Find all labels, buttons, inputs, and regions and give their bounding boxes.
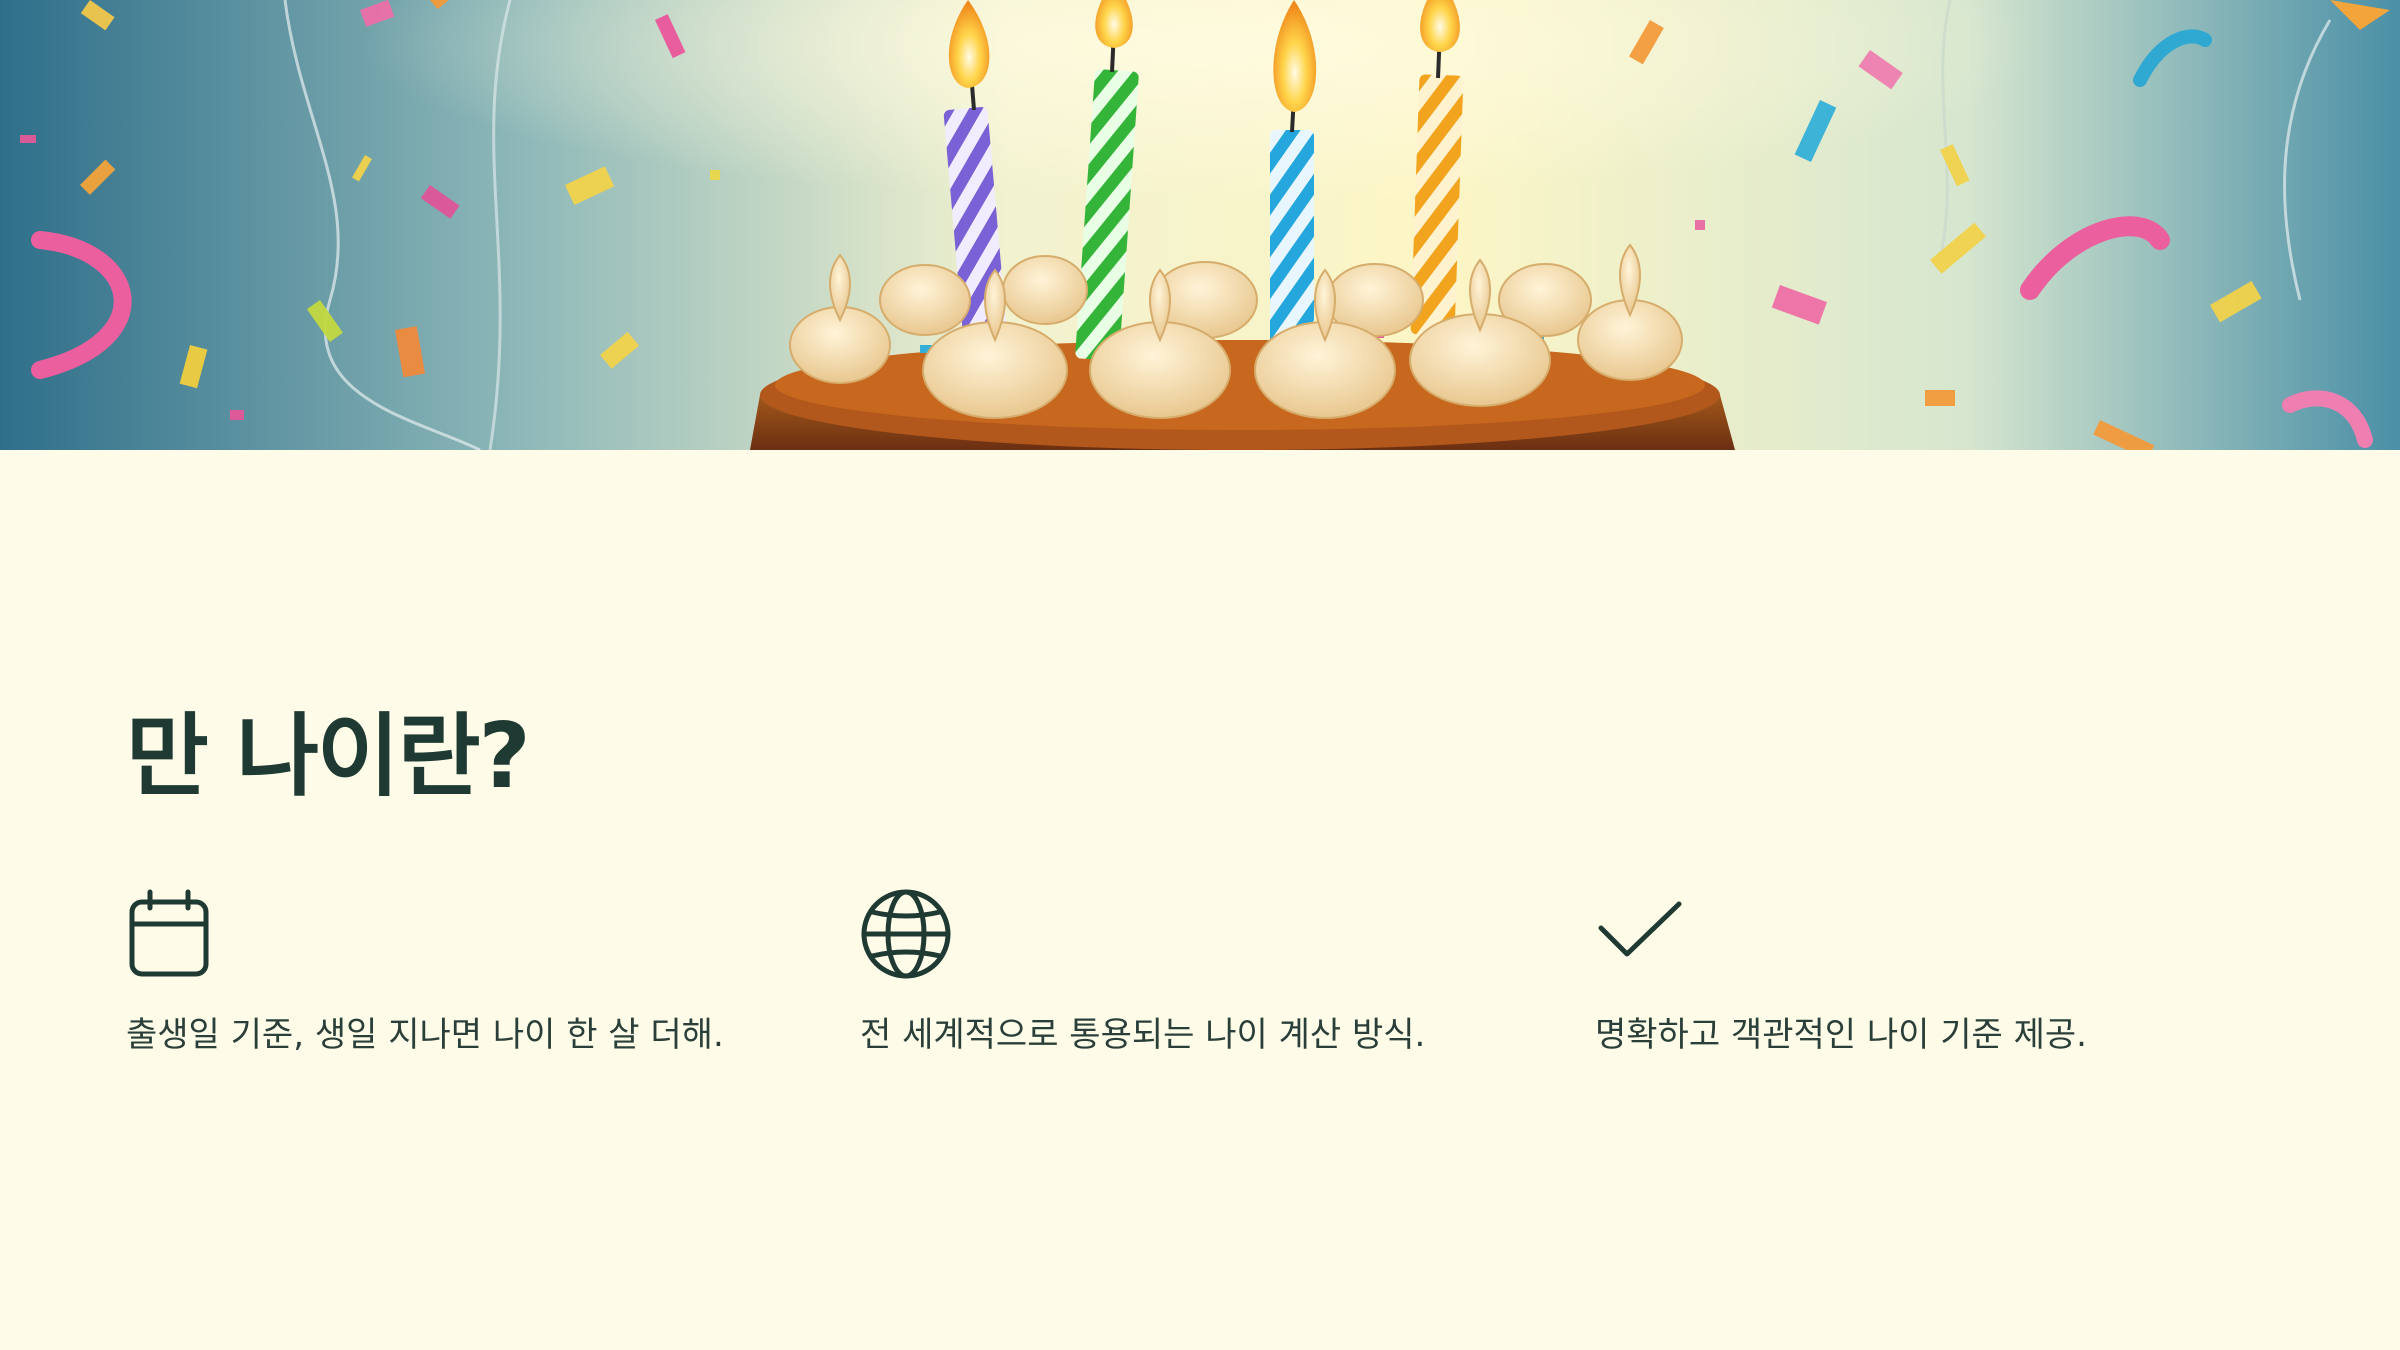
feature-text: 출생일 기준, 생일 지나면 나이 한 살 더해. [126, 1015, 724, 1055]
birthday-cake-banner [0, 0, 2400, 450]
page-title: 만 나이란? [126, 704, 531, 809]
calendar-icon [129, 889, 209, 977]
checkmark-icon [1598, 901, 1682, 957]
feature-text: 전 세계적으로 통용되는 나이 계산 방식. [860, 1015, 1426, 1055]
globe-icon [861, 889, 951, 979]
feature-global-standard: 전 세계적으로 통용되는 나이 계산 방식. [860, 888, 1500, 1052]
feature-text: 명확하고 객관적인 나이 기준 제공. [1595, 1015, 2087, 1055]
feature-clear-standard: 명확하고 객관적인 나이 기준 제공. [1595, 888, 2235, 1052]
slide: 만 나이란? 출생일 기준, 생일 지나면 나이 한 살 더해. 전 세계적으로… [0, 0, 2400, 1350]
feature-birthday-basis: 출생일 기준, 생일 지나면 나이 한 살 더해. [126, 888, 766, 1052]
